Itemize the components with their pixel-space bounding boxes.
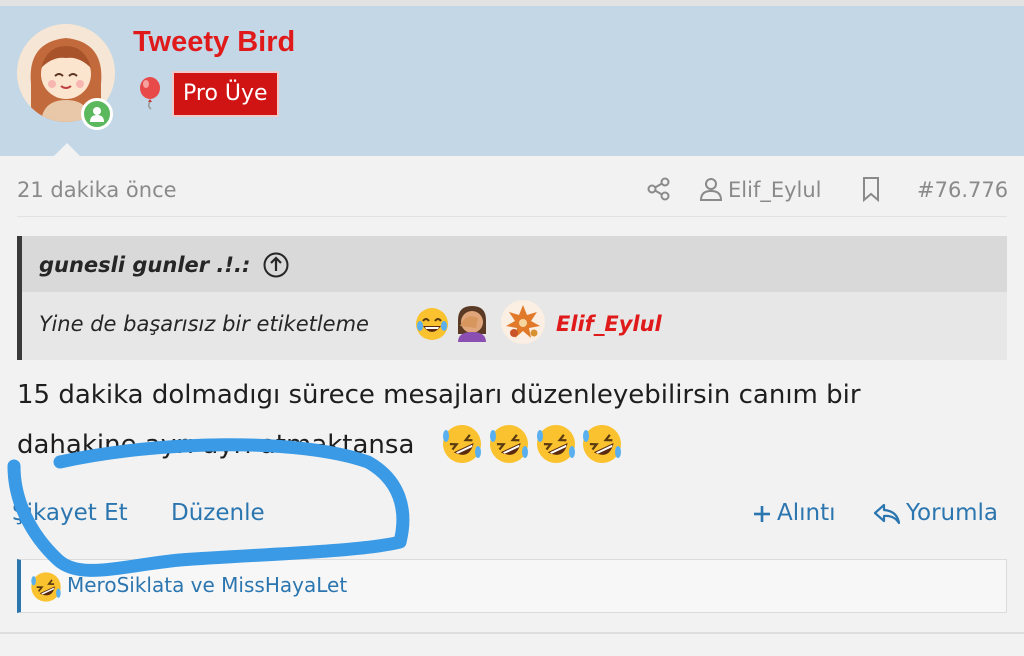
- reply-button-label: Yorumla: [906, 500, 998, 526]
- facepalm-emoji-icon: [454, 304, 490, 342]
- share-icon[interactable]: [646, 176, 672, 202]
- post-time[interactable]: 21 dakika önce: [17, 178, 177, 202]
- autumn-avatar-icon: [500, 299, 546, 345]
- online-status-icon: [81, 98, 113, 130]
- post-number-link[interactable]: #76.776: [917, 178, 1008, 202]
- quote-button-label: Alıntı: [777, 500, 836, 526]
- reply-arrow-icon: [873, 503, 901, 525]
- message-line: 15 dakika dolmadıgı sürece mesajları düz…: [17, 380, 861, 410]
- plus-icon: [754, 506, 770, 522]
- quote-header: gunesli gunler .!.:: [22, 236, 1007, 292]
- rofl-emoji-icon: [440, 422, 484, 466]
- username-link[interactable]: Tweety Bird: [133, 26, 295, 59]
- post-author-link[interactable]: Elif_Eylul: [728, 178, 822, 202]
- header-pointer: [53, 143, 81, 157]
- forum-post: Tweety Bird Pro Üye 21 dakika önce Elif_…: [0, 0, 1024, 656]
- user-mention[interactable]: Elif_Eylul: [556, 312, 662, 336]
- laughing-tears-emoji-icon: [414, 306, 450, 342]
- reactions-users[interactable]: MeroSiklata ve MissHayaLet: [67, 573, 347, 597]
- report-button[interactable]: Şikayet Et: [12, 500, 128, 526]
- user-badge: Pro Üye: [172, 71, 279, 117]
- user-header: Tweety Bird Pro Üye: [0, 6, 1024, 156]
- rofl-emoji-icon: [29, 570, 63, 604]
- arrow-up-circle-icon[interactable]: [262, 251, 290, 279]
- quote-block: gunesli gunler .!.: Yine de başarısız bi…: [17, 236, 1007, 360]
- post-meta: 21 dakika önce Elif_Eylul #76.776: [0, 156, 1024, 218]
- edit-button[interactable]: Düzenle: [171, 500, 265, 526]
- rofl-emoji-icon: [487, 422, 531, 466]
- quote-text: Yine de başarısız bir etiketleme: [39, 312, 369, 336]
- balloon-icon: [135, 76, 165, 110]
- bottom-divider: [0, 632, 1024, 634]
- user-icon: [698, 176, 724, 202]
- meta-divider: [17, 216, 1007, 217]
- bookmark-icon[interactable]: [860, 176, 882, 203]
- rofl-emoji-icon: [580, 422, 624, 466]
- rofl-emoji-icon: [534, 422, 578, 466]
- quote-author[interactable]: gunesli gunler .!.:: [39, 253, 250, 277]
- reactions-bar[interactable]: MeroSiklata ve MissHayaLet: [17, 559, 1007, 613]
